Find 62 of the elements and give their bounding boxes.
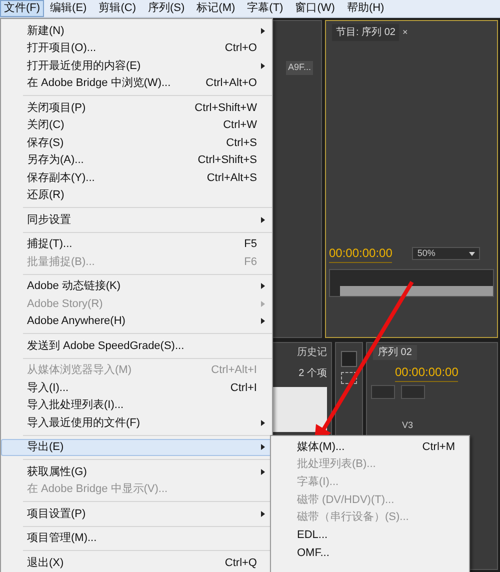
menu-item[interactable]: 获取属性(G) [1, 463, 272, 480]
menu-item[interactable]: 编辑(E) [44, 0, 93, 17]
submenu-arrow-icon [261, 468, 265, 475]
snap-button[interactable] [371, 385, 395, 399]
zoom-dropdown[interactable]: 50% [412, 247, 480, 260]
track-select-tool-icon[interactable] [341, 372, 357, 384]
menu-item[interactable]: 同步设置 [1, 211, 272, 228]
submenu-arrow-icon [261, 28, 265, 34]
history-tab[interactable]: 历史记 [297, 345, 327, 360]
menu-item[interactable]: 标记(M) [190, 0, 242, 17]
menu-item[interactable]: 导入(I)... Ctrl+I [1, 379, 272, 396]
menu-item[interactable]: 导入最近使用的文件(F) [1, 414, 272, 432]
menu-item[interactable]: 保存副本(Y)... Ctrl+Alt+S [1, 169, 272, 186]
clip-name: A9F... [286, 61, 313, 74]
selection-tool-icon[interactable] [341, 351, 357, 367]
menu-item[interactable]: 字幕(T) [241, 0, 290, 17]
menu-item[interactable]: 新建(N) [1, 22, 272, 40]
menu-item[interactable]: 序列(S) [142, 0, 191, 17]
menu-item[interactable]: 项目设置(P) [1, 505, 272, 522]
submenu-arrow-icon [261, 62, 265, 69]
menu-item[interactable]: Adobe Anywhere(H) [1, 312, 272, 330]
menu-item[interactable]: 关闭(C) Ctrl+W [1, 116, 272, 134]
submenu-arrow-icon [261, 300, 265, 307]
timecode[interactable]: 00:00:00:00 [329, 244, 392, 263]
menu-item[interactable]: 媒体(M)... Ctrl+M [271, 438, 469, 456]
timecode[interactable]: 00:00:00:00 [395, 363, 458, 382]
submenu-arrow-icon [261, 283, 265, 290]
menu-item[interactable]: 关闭项目(P) Ctrl+Shift+W [1, 99, 272, 116]
program-tab[interactable]: 节目: 序列 02 [332, 24, 400, 41]
menu-item[interactable]: 帮助(H) [340, 0, 390, 17]
time-ruler[interactable] [329, 269, 494, 297]
menu-item[interactable]: 在 Adobe Bridge 中浏览(W)... Ctrl+Alt+O [1, 74, 272, 92]
submenu-arrow-icon [261, 510, 265, 517]
submenu-arrow-icon [261, 420, 265, 426]
menu-item[interactable]: 打开项目(O)... Ctrl+O [1, 40, 272, 57]
link-button[interactable] [401, 385, 425, 399]
menu-item[interactable]: 窗口(W) [289, 0, 341, 17]
menu-item[interactable]: 打开最近使用的内容(E) [1, 57, 272, 74]
menu-item[interactable]: 导出(E) [1, 438, 272, 456]
menu-item[interactable]: 另存为(A)... Ctrl+Shift+S [1, 152, 272, 169]
submenu-arrow-icon [261, 216, 265, 223]
close-icon[interactable]: × [402, 26, 408, 40]
menu-item[interactable]: 项目管理(M)... [1, 530, 272, 547]
menu-item[interactable]: OMF... [271, 544, 469, 562]
sequence-tab[interactable]: 序列 02 [373, 345, 417, 360]
menu-item[interactable]: 还原(R) [1, 186, 272, 204]
menu-item[interactable]: 剪辑(C) [92, 0, 142, 17]
menu-item[interactable]: 发送到 Adobe SpeedGrade(S)... [1, 337, 272, 354]
menu-item[interactable]: 退出(X) Ctrl+Q [1, 554, 272, 572]
zoom-level: 50% [417, 246, 436, 260]
submenu-arrow-icon [261, 318, 265, 324]
submenu-arrow-icon [261, 444, 265, 450]
dropdown-arrow-icon [469, 252, 476, 256]
menu-item[interactable]: 文件(F) [0, 0, 44, 17]
menu-item[interactable]: Adobe 动态链接(K) [1, 278, 272, 295]
menu-item[interactable]: 保存(S) Ctrl+S [1, 134, 272, 152]
menu-item[interactable]: 导入批处理列表(I)... [1, 396, 272, 414]
scroll-track[interactable] [340, 286, 493, 296]
track-label: V3 [402, 419, 414, 432]
item-count: 2 个项 [298, 367, 327, 381]
menu-item[interactable]: EDL... [271, 526, 469, 544]
menu-item[interactable]: 捕捉(T)... F5 [1, 236, 272, 253]
